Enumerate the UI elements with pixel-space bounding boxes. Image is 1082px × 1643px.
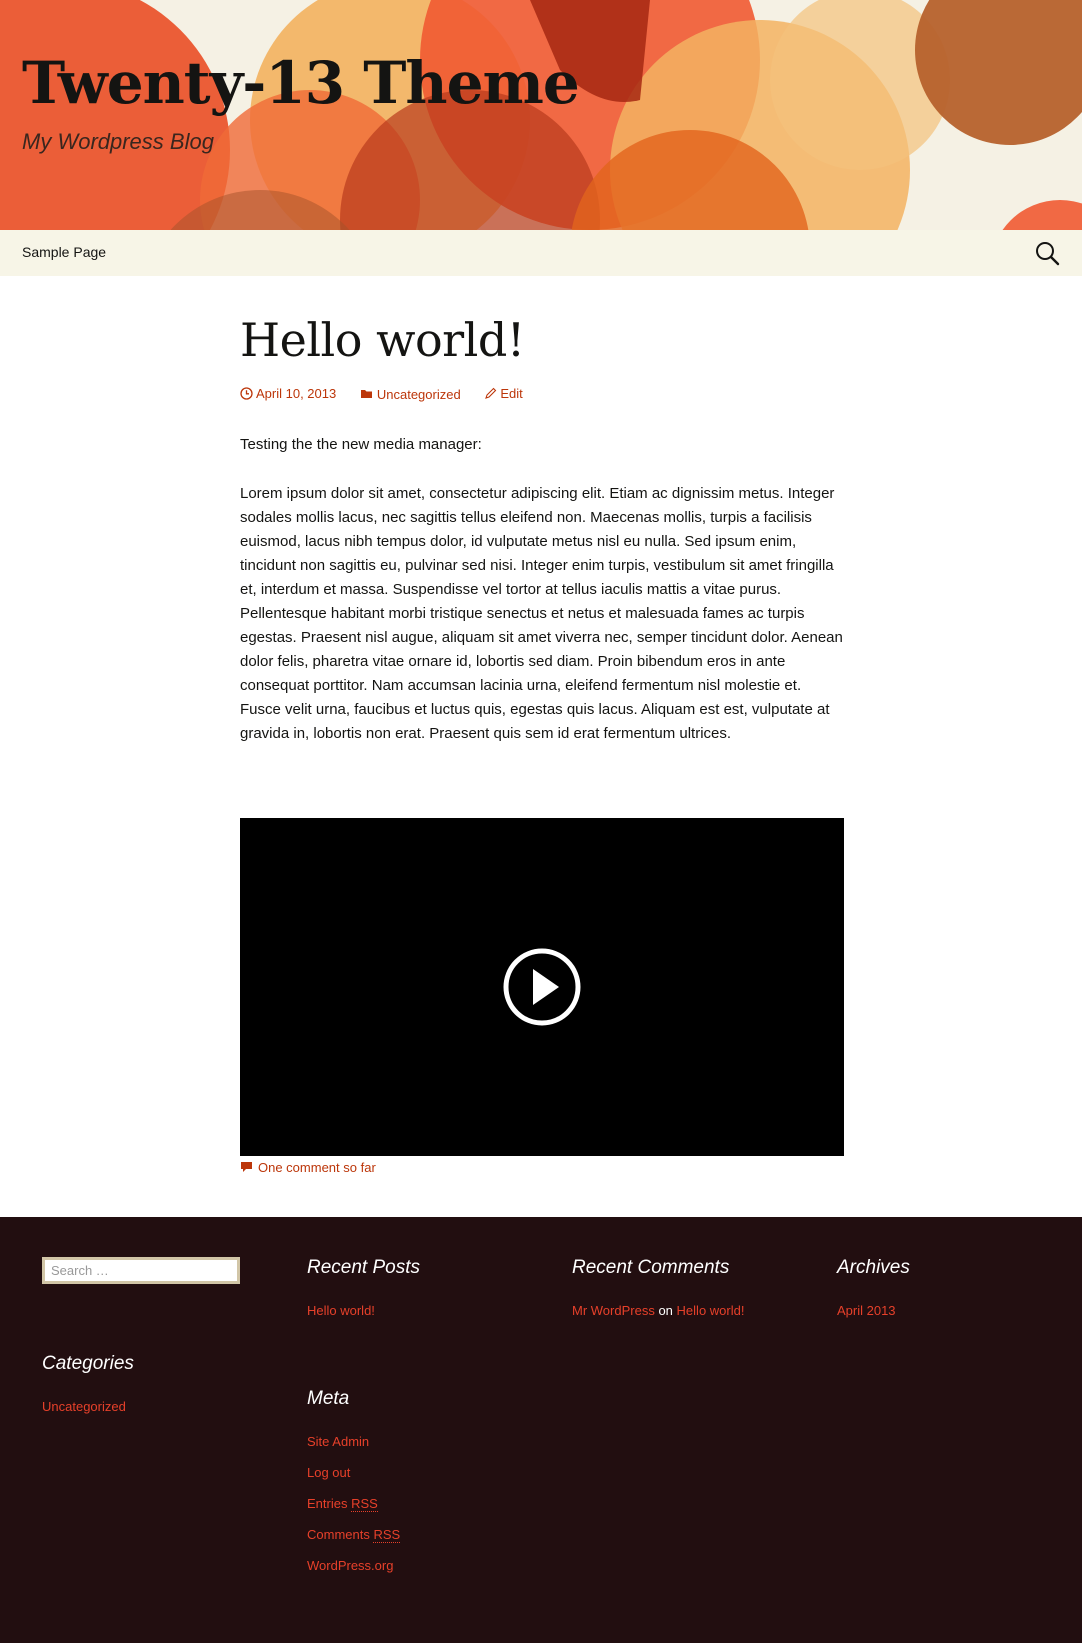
clock-icon bbox=[240, 387, 253, 400]
entries-rss-abbr: RSS bbox=[351, 1496, 378, 1512]
entry-category[interactable]: Uncategorized bbox=[360, 387, 461, 402]
meta-title: Meta bbox=[307, 1388, 350, 1409]
comment-post-link[interactable]: Hello world! bbox=[677, 1303, 745, 1318]
search-icon[interactable] bbox=[1034, 240, 1060, 266]
site-header: Twenty-13 Theme My Wordpress Blog bbox=[0, 0, 1082, 230]
entries-rss-prefix: Entries bbox=[307, 1496, 348, 1511]
entry-edit-link[interactable]: Edit bbox=[484, 386, 523, 401]
comment-author-link[interactable]: Mr WordPress bbox=[572, 1303, 655, 1318]
folder-icon bbox=[360, 390, 372, 398]
recent-comment-item: Mr WordPress on Hello world! bbox=[572, 1303, 744, 1318]
recent-posts-title: Recent Posts bbox=[307, 1257, 420, 1278]
entries-rss-link[interactable]: Entries RSS bbox=[307, 1496, 378, 1512]
comments-link-label: One comment so far bbox=[258, 1160, 376, 1175]
entry-date[interactable]: April 10, 2013 bbox=[240, 386, 336, 401]
pencil-icon bbox=[485, 387, 497, 399]
wordpress-org-link[interactable]: WordPress.org bbox=[307, 1558, 393, 1573]
site-title[interactable]: Twenty-13 Theme bbox=[22, 51, 580, 116]
comments-rss-prefix: Comments bbox=[307, 1527, 370, 1542]
comment-on-text: on bbox=[658, 1303, 673, 1318]
entry-title[interactable]: Hello world! bbox=[240, 313, 525, 367]
comments-link[interactable]: One comment so far bbox=[240, 1160, 376, 1175]
entry-edit-label: Edit bbox=[500, 386, 523, 401]
site-admin-link[interactable]: Site Admin bbox=[307, 1434, 369, 1449]
log-out-link[interactable]: Log out bbox=[307, 1465, 350, 1480]
archive-link[interactable]: April 2013 bbox=[837, 1303, 896, 1318]
nav-item-sample-page[interactable]: Sample Page bbox=[22, 244, 106, 260]
recent-post-link[interactable]: Hello world! bbox=[307, 1303, 375, 1318]
entry-date-label: April 10, 2013 bbox=[256, 386, 337, 401]
comments-rss-link[interactable]: Comments RSS bbox=[307, 1527, 401, 1543]
main-navigation: Sample Page bbox=[0, 230, 1082, 276]
play-icon[interactable] bbox=[502, 947, 582, 1027]
comment-icon bbox=[241, 1162, 252, 1172]
site-description: My Wordpress Blog bbox=[22, 129, 214, 154]
entry-category-label: Uncategorized bbox=[376, 386, 461, 402]
entry-intro: Testing the the new media manager: bbox=[240, 436, 482, 453]
archives-title: Archives bbox=[837, 1257, 910, 1278]
site-footer: Search … Recent Posts Hello world! Recen… bbox=[0, 1217, 1082, 1643]
comments-rss-abbr: RSS bbox=[373, 1527, 401, 1543]
entry-meta: April 10, 2013 Uncategorized Edit bbox=[240, 386, 543, 403]
search-input[interactable]: Search … bbox=[42, 1257, 240, 1284]
recent-comments-title: Recent Comments bbox=[572, 1257, 730, 1278]
categories-title: Categories bbox=[42, 1353, 134, 1374]
category-link[interactable]: Uncategorized bbox=[42, 1399, 126, 1414]
video-player[interactable] bbox=[240, 818, 844, 1156]
entry-body: Lorem ipsum dolor sit amet, consectetur … bbox=[240, 485, 843, 742]
